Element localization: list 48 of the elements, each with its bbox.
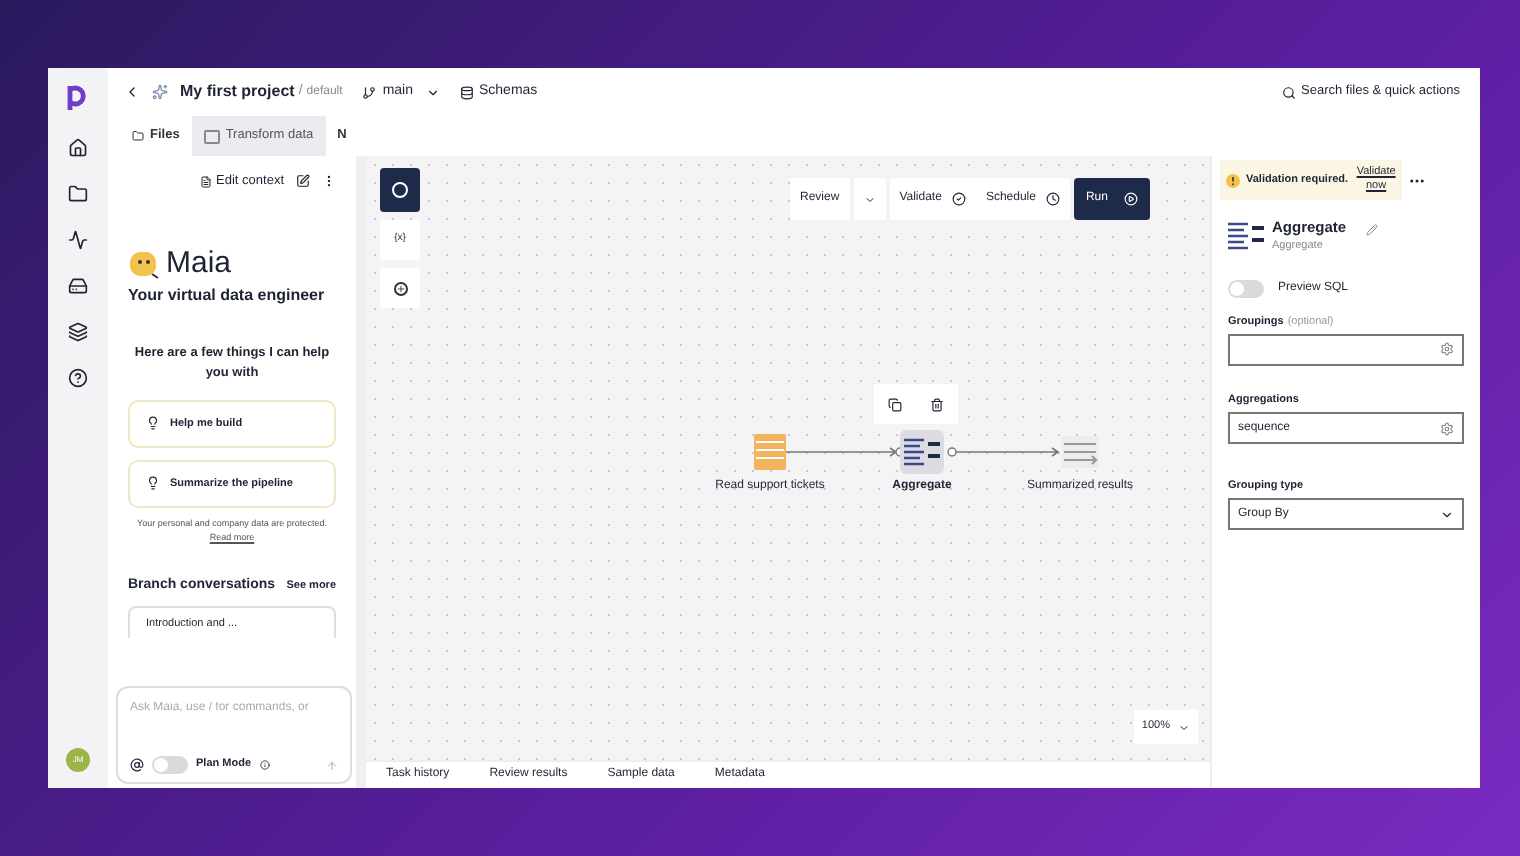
chart-icon[interactable] bbox=[68, 230, 88, 250]
more-icon[interactable] bbox=[322, 174, 336, 189]
folder-icon bbox=[132, 130, 144, 142]
mention-icon[interactable] bbox=[130, 758, 144, 772]
help-icon[interactable] bbox=[68, 368, 88, 388]
toggle-switch[interactable] bbox=[1228, 279, 1264, 297]
tagline: Your virtual data engineer bbox=[128, 283, 327, 308]
pipeline-node[interactable] bbox=[900, 430, 944, 474]
add-button[interactable] bbox=[380, 268, 420, 308]
edit-icon[interactable] bbox=[1366, 223, 1379, 236]
home-icon[interactable] bbox=[68, 138, 88, 158]
storage-icon[interactable] bbox=[68, 276, 88, 296]
search-icon[interactable] bbox=[1281, 85, 1296, 99]
settings-icon[interactable] bbox=[1440, 421, 1454, 435]
logo-button[interactable] bbox=[380, 168, 420, 212]
info-icon[interactable] bbox=[259, 760, 270, 770]
branch-icon bbox=[362, 85, 377, 99]
caret-icon bbox=[1178, 721, 1190, 733]
brand-name: Maia bbox=[166, 248, 232, 279]
schemas-icon bbox=[459, 85, 473, 99]
list-icon bbox=[1228, 221, 1264, 250]
play-icon bbox=[1123, 192, 1138, 206]
pipeline-node[interactable] bbox=[1058, 430, 1102, 474]
clock-icon bbox=[1045, 192, 1060, 206]
lightbulb-icon bbox=[146, 476, 160, 491]
warning-icon bbox=[1226, 173, 1240, 187]
settings-icon[interactable] bbox=[1440, 342, 1454, 357]
input-field[interactable] bbox=[1228, 333, 1464, 366]
caret-icon[interactable] bbox=[425, 85, 439, 99]
table-stack-icon bbox=[754, 434, 786, 470]
new-chat-icon[interactable] bbox=[296, 174, 310, 189]
robot-logo-icon bbox=[128, 247, 160, 280]
folder-icon[interactable] bbox=[68, 184, 88, 204]
delete-icon[interactable] bbox=[930, 397, 944, 411]
caret-icon bbox=[1440, 507, 1454, 522]
check-icon bbox=[951, 192, 966, 206]
toggle-switch[interactable] bbox=[152, 756, 188, 774]
layers-icon[interactable] bbox=[68, 322, 88, 342]
copy-icon[interactable] bbox=[888, 397, 902, 411]
logo-icon[interactable] bbox=[66, 84, 90, 112]
pipeline-node[interactable] bbox=[748, 430, 792, 474]
lightbulb-icon bbox=[146, 416, 160, 431]
caret-icon bbox=[863, 193, 876, 205]
back-icon[interactable] bbox=[124, 84, 140, 100]
list-icon bbox=[904, 438, 940, 466]
project-name[interactable]: My first project bbox=[180, 80, 295, 104]
connector-line bbox=[946, 446, 1060, 458]
add-icon bbox=[393, 281, 407, 295]
